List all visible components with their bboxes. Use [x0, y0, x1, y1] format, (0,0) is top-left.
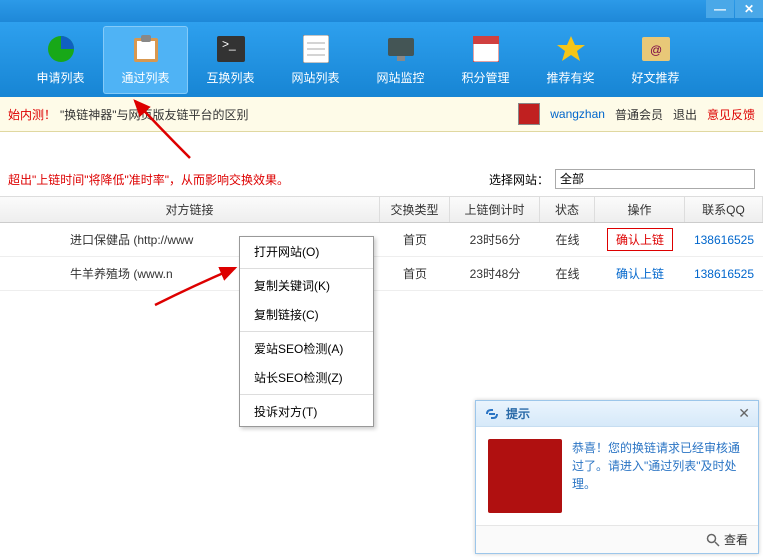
popup-header: 提示 ✕ — [476, 401, 758, 427]
ctx-aizhan-seo[interactable]: 爱站SEO检测(A) — [240, 334, 373, 363]
info-banner: 始内测！ "换链神器"与网页版友链平台的区别 wangzhan 普通会员 退出 … — [0, 97, 763, 132]
cell-time: 23时48分 — [450, 257, 540, 290]
context-menu: 打开网站(O) 复制关键词(K) 复制链接(C) 爱站SEO检测(A) 站长SE… — [239, 236, 374, 427]
ctx-copy-link[interactable]: 复制链接(C) — [240, 300, 373, 329]
cell-type: 首页 — [380, 223, 450, 256]
view-label: 查看 — [724, 531, 748, 548]
titlebar: — ✕ — [0, 0, 763, 22]
toolbar-apply-list[interactable]: 申请列表 — [18, 26, 103, 94]
window-buttons: — ✕ — [705, 0, 763, 18]
toolbar-pass-list[interactable]: 通过列表 — [103, 26, 188, 94]
at-icon: @ — [640, 33, 672, 65]
confirm-link-button[interactable]: 确认上链 — [607, 228, 673, 251]
close-icon[interactable]: ✕ — [738, 405, 750, 422]
toolbar-points[interactable]: 积分管理 — [443, 26, 528, 94]
clipboard-icon — [130, 33, 162, 65]
th-time: 上链倒计时 — [450, 197, 540, 222]
toolbar-label: 网站列表 — [291, 69, 339, 86]
popup-body: 恭喜！您的换链请求已经审核通过了。请进入"通过列表"及时处理。 — [476, 427, 758, 525]
table-header: 对方链接 交换类型 上链倒计时 状态 操作 联系QQ — [0, 197, 763, 223]
th-type: 交换类型 — [380, 197, 450, 222]
separator — [240, 394, 373, 395]
qq-link[interactable]: 138616525 — [694, 233, 754, 247]
user-panel: wangzhan 普通会员 退出 意见反馈 — [518, 103, 755, 125]
cell-type: 首页 — [380, 257, 450, 290]
th-act: 操作 — [595, 197, 685, 222]
th-qq: 联系QQ — [685, 197, 763, 222]
toolbar-exchange-list[interactable]: >_ 互换列表 — [188, 26, 273, 94]
ctx-copy-keyword[interactable]: 复制关键词(K) — [240, 271, 373, 300]
logout-link[interactable]: 退出 — [673, 106, 697, 123]
main-toolbar: 申请列表 通过列表 >_ 互换列表 网站列表 网站监控 积分管理 推荐有奖 @ … — [0, 22, 763, 97]
toolbar-site-monitor[interactable]: 网站监控 — [358, 26, 443, 94]
toolbar-label: 申请列表 — [36, 69, 84, 86]
table-row[interactable]: 进口保健品 (http://www 首页 23时56分 在线 确认上链 1386… — [0, 223, 763, 257]
magnifier-icon — [706, 533, 720, 547]
popup-message: 恭喜！您的换链请求已经审核通过了。请进入"通过列表"及时处理。 — [572, 439, 746, 513]
th-stat: 状态 — [540, 197, 595, 222]
separator — [240, 331, 373, 332]
terminal-icon: >_ — [215, 33, 247, 65]
ctx-complain[interactable]: 投诉对方(T) — [240, 397, 373, 426]
toolbar-site-list[interactable]: 网站列表 — [273, 26, 358, 94]
cell-qq: 138616525 — [685, 223, 763, 256]
banner-text[interactable]: "换链神器"与网页版友链平台的区别 — [60, 106, 249, 123]
avatar[interactable] — [518, 103, 540, 125]
table-row[interactable]: 牛羊养殖场 (www.n 首页 23时48分 在线 确认上链 138616525 — [0, 257, 763, 291]
link-icon — [484, 406, 500, 422]
site-select[interactable]: 全部 — [555, 169, 755, 189]
confirm-link-button[interactable]: 确认上链 — [608, 263, 672, 284]
notification-popup: 提示 ✕ 恭喜！您的换链请求已经审核通过了。请进入"通过列表"及时处理。 查看 — [475, 400, 759, 554]
popup-footer: 查看 — [476, 525, 758, 553]
monitor-icon — [385, 33, 417, 65]
user-role: 普通会员 — [615, 106, 663, 123]
popup-image — [488, 439, 562, 513]
popup-title: 提示 — [506, 405, 530, 422]
cell-qq: 138616525 — [685, 257, 763, 290]
pie-icon — [45, 33, 77, 65]
cell-time: 23时56分 — [450, 223, 540, 256]
toolbar-label: 好文推荐 — [631, 69, 679, 86]
ctx-open-site[interactable]: 打开网站(O) — [240, 237, 373, 266]
qq-link[interactable]: 138616525 — [694, 267, 754, 281]
cell-act: 确认上链 — [595, 223, 685, 256]
feedback-link[interactable]: 意见反馈 — [707, 106, 755, 123]
site-select-value: 全部 — [560, 172, 584, 186]
svg-text:@: @ — [650, 43, 662, 57]
username[interactable]: wangzhan — [550, 107, 605, 121]
toolbar-label: 互换列表 — [206, 69, 254, 86]
toolbar-label: 推荐有奖 — [546, 69, 594, 86]
toolbar-recommend[interactable]: 推荐有奖 — [528, 26, 613, 94]
cell-stat: 在线 — [540, 257, 595, 290]
minimize-button[interactable]: — — [706, 0, 734, 18]
sheet-icon — [300, 33, 332, 65]
toolbar-articles[interactable]: @ 好文推荐 — [613, 26, 698, 94]
toolbar-label: 通过列表 — [121, 69, 169, 86]
cell-act: 确认上链 — [595, 257, 685, 290]
filter-warning: 超出"上链时间"将降低"准时率"，从而影响交换效果。 — [8, 171, 289, 188]
ctx-zhanzhang-seo[interactable]: 站长SEO检测(Z) — [240, 363, 373, 392]
star-icon — [555, 33, 587, 65]
svg-text:>_: >_ — [222, 37, 236, 51]
close-button[interactable]: ✕ — [735, 0, 763, 18]
separator — [240, 268, 373, 269]
filter-bar: 超出"上链时间"将降低"准时率"，从而影响交换效果。 选择网站： 全部 — [0, 162, 763, 197]
site-select-label: 选择网站： — [489, 171, 549, 188]
view-button[interactable]: 查看 — [706, 531, 748, 548]
th-link: 对方链接 — [0, 197, 380, 222]
toolbar-label: 积分管理 — [461, 69, 509, 86]
calendar-icon — [470, 33, 502, 65]
banner-alert: 始内测！ — [8, 106, 56, 123]
cell-stat: 在线 — [540, 223, 595, 256]
toolbar-label: 网站监控 — [376, 69, 424, 86]
